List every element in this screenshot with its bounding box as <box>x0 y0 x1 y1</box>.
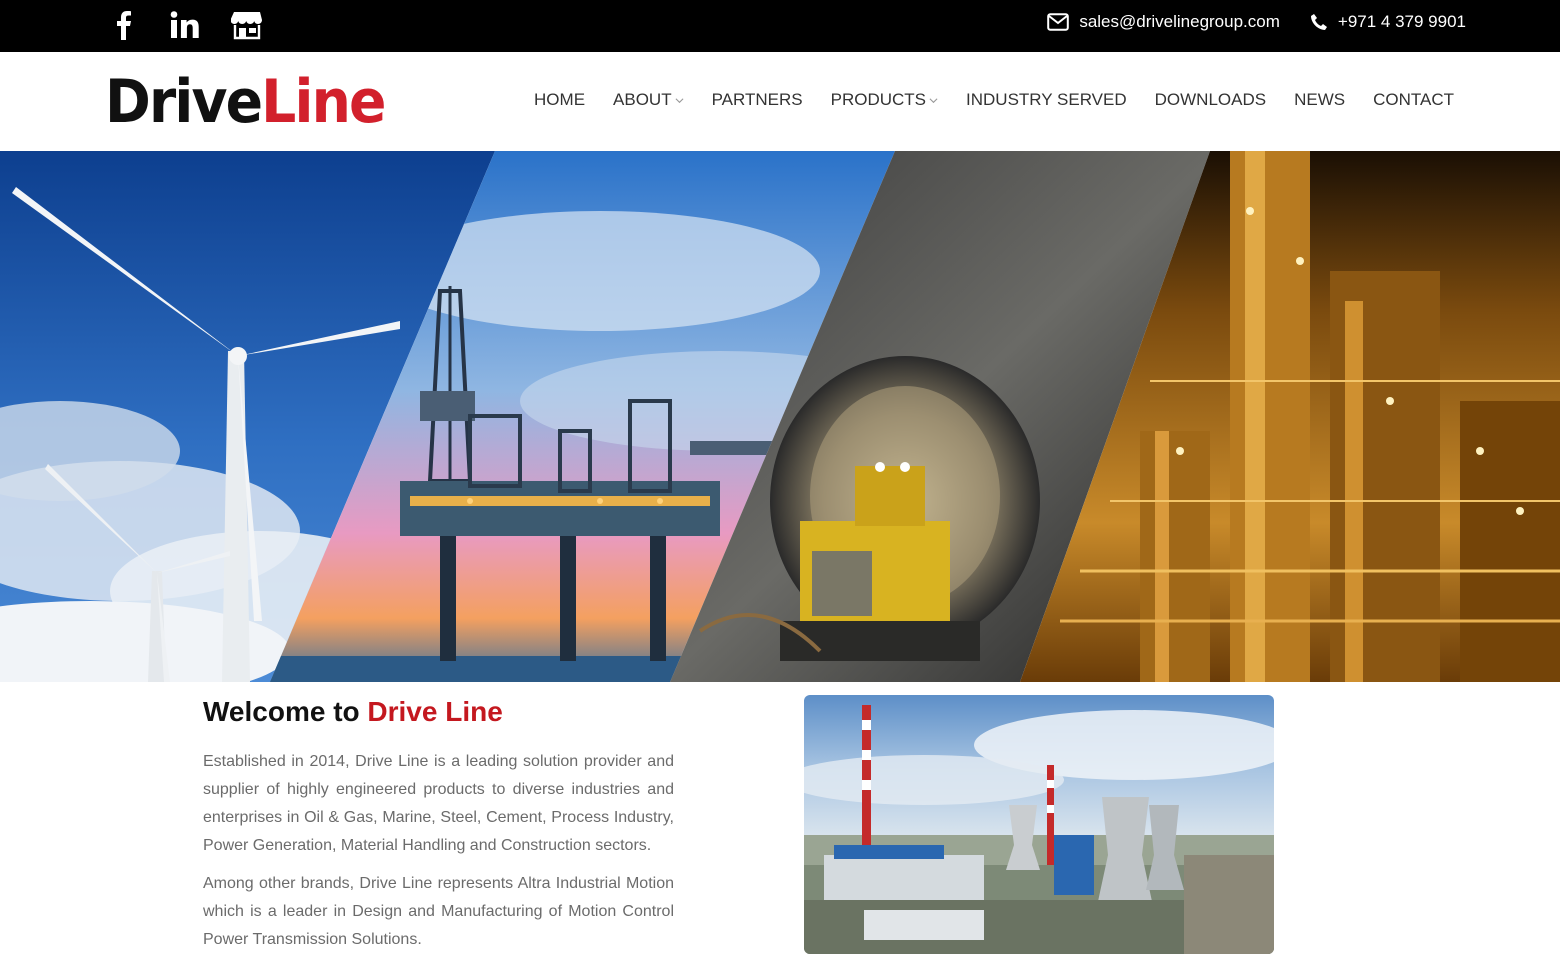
nav-contact-label: CONTACT <box>1373 90 1454 109</box>
phone-icon <box>1310 14 1327 30</box>
nav-about-label: ABOUT <box>613 90 672 109</box>
nav-partners[interactable]: PARTNERS <box>712 90 803 110</box>
nav-products[interactable]: PRODUCTS <box>831 90 938 110</box>
nav-home-label: HOME <box>534 90 586 109</box>
nav-downloads-label: DOWNLOADS <box>1154 90 1267 109</box>
nav-news-label: NEWS <box>1294 90 1346 109</box>
site-header: DriveLine HOME ABOUT PARTNERS PRODUCTS I… <box>0 52 1560 151</box>
nav-downloads[interactable]: DOWNLOADS <box>1155 90 1266 110</box>
power-plant-image <box>804 695 1274 954</box>
logo-text-line: Line <box>261 67 386 137</box>
nav-industry-served[interactable]: INDUSTRY SERVED <box>966 90 1127 110</box>
chevron-down-icon <box>929 97 938 103</box>
welcome-paragraph-1: Established in 2014, Drive Line is a lea… <box>203 753 674 854</box>
welcome-title: Welcome to Drive Line <box>203 694 674 730</box>
driveline-logo[interactable]: DriveLine <box>105 67 387 137</box>
nav-news[interactable]: NEWS <box>1294 90 1345 110</box>
chevron-down-icon <box>675 97 684 103</box>
nav-products-label: PRODUCTS <box>830 90 927 109</box>
social-links <box>106 8 264 42</box>
welcome-section: Welcome to Drive Line Established in 201… <box>203 694 674 954</box>
hero-banner <box>0 151 1560 682</box>
linkedin-icon[interactable] <box>168 8 202 42</box>
email-contact[interactable]: sales@drivelinegroup.com <box>1047 12 1280 32</box>
email-link[interactable]: sales@drivelinegroup.com <box>1079 12 1280 32</box>
phone-link[interactable]: +971 4 379 9901 <box>1338 12 1466 32</box>
nav-partners-label: PARTNERS <box>711 90 803 109</box>
welcome-paragraph-2: Among other brands, Drive Line represent… <box>203 875 674 948</box>
envelope-icon <box>1047 13 1070 31</box>
nav-contact[interactable]: CONTACT <box>1373 90 1454 110</box>
logo-text-drive: Drive <box>105 67 263 137</box>
contact-info: sales@drivelinegroup.com +971 4 379 9901 <box>1047 12 1466 32</box>
phone-contact[interactable]: +971 4 379 9901 <box>1310 12 1466 32</box>
main-nav: HOME ABOUT PARTNERS PRODUCTS INDUSTRY SE… <box>534 90 1454 110</box>
nav-home[interactable]: HOME <box>534 90 585 110</box>
store-icon[interactable] <box>230 8 264 42</box>
nav-industry-label: INDUSTRY SERVED <box>966 90 1127 109</box>
nav-about[interactable]: ABOUT <box>613 90 684 110</box>
welcome-title-accent: Drive Line <box>367 696 503 727</box>
top-bar: sales@drivelinegroup.com +971 4 379 9901 <box>0 0 1560 52</box>
facebook-icon[interactable] <box>106 8 140 42</box>
welcome-title-prefix: Welcome to <box>203 696 368 727</box>
